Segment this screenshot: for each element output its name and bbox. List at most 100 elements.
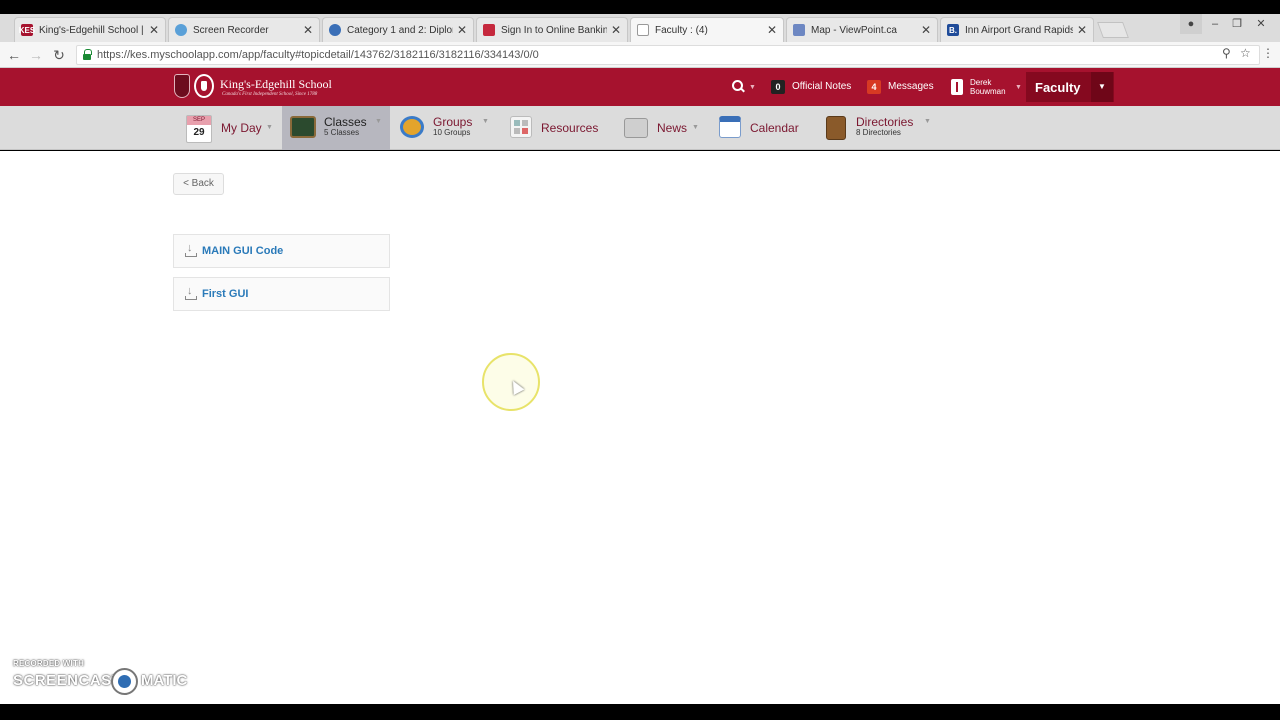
resources-tile: [522, 128, 528, 134]
browser-toolbar: ← → ↻ https://kes.myschoolapp.com/app/fa…: [0, 42, 1280, 68]
role-label[interactable]: Faculty: [1035, 80, 1081, 95]
chevron-down-icon: ▼: [924, 118, 931, 125]
close-tab-icon[interactable]: ✕: [921, 23, 931, 37]
tab-title: Map - ViewPoint.ca: [811, 24, 897, 36]
tab-title: Sign In to Online Banking: [501, 24, 607, 36]
tab-title: Screen Recorder: [193, 24, 269, 36]
address-bar[interactable]: https://kes.myschoolapp.com/app/faculty#…: [76, 45, 1260, 65]
resources-tile: [514, 128, 520, 134]
chevron-down-icon: ▼: [266, 124, 273, 131]
messages-link[interactable]: Messages: [888, 81, 934, 92]
location-icon[interactable]: ⚲: [1222, 46, 1231, 60]
kes-favicon-icon: KES: [18, 24, 36, 36]
school-tagline: Canada's First Independent School, Since…: [222, 92, 318, 97]
directory-book-icon: [826, 116, 846, 140]
calendar-icon: [719, 116, 741, 138]
user-icon[interactable]: [951, 79, 963, 95]
lock-icon: [83, 49, 92, 60]
nav-sublabel: 8 Directories: [856, 128, 901, 137]
nav-sublabel: 10 Groups: [433, 128, 471, 137]
browser-tab[interactable]: Screen Recorder ✕: [168, 17, 320, 42]
groups-icon: [400, 116, 424, 138]
download-icon[interactable]: [185, 242, 197, 257]
user-name[interactable]: Derek Bouwman: [970, 78, 1012, 96]
nav-label: Resources: [541, 121, 599, 135]
newspaper-icon: [624, 118, 648, 138]
user-first-name: Derek: [970, 78, 992, 87]
file-row[interactable]: First GUI: [173, 277, 390, 311]
watermark-caption: RECORDED WITH: [13, 659, 85, 668]
main-nav: SEP 29 My Day ▼ Classes 5 Classes ▼ Grou…: [0, 106, 1280, 150]
browser-tab[interactable]: B. Inn Airport Grand Rapids ✕: [940, 17, 1094, 42]
nav-label: My Day: [221, 121, 262, 135]
file-row[interactable]: MAIN GUI Code: [173, 234, 390, 268]
browser-tab[interactable]: Category 1 and 2: Diplom ✕: [322, 17, 474, 42]
file-link[interactable]: MAIN GUI Code: [202, 245, 283, 257]
search-caret-icon[interactable]: ▼: [749, 84, 756, 91]
reload-icon[interactable]: ↻: [50, 46, 68, 64]
minimize-icon[interactable]: –: [1204, 14, 1226, 34]
recorder-favicon-icon: [175, 24, 187, 36]
close-tab-icon[interactable]: ✕: [149, 23, 159, 37]
nav-item-classes[interactable]: Classes 5 Classes ▼: [282, 106, 390, 150]
watermark-brand-left: SCREENCAST: [13, 672, 122, 689]
calendar-date-icon: SEP 29: [186, 115, 212, 143]
chevron-down-icon: ▼: [692, 124, 699, 131]
url-text: https://kes.myschoolapp.com/app/faculty#…: [97, 49, 539, 61]
search-icon[interactable]: [732, 80, 744, 92]
nav-item-resources[interactable]: Resources: [506, 106, 606, 150]
back-arrow-icon[interactable]: ←: [5, 46, 23, 64]
close-tab-icon[interactable]: ✕: [767, 23, 777, 37]
letterbox-bottom: [0, 704, 1280, 720]
browser-tab[interactable]: KES King's-Edgehill School | C ✕: [14, 17, 166, 42]
role-caret-icon[interactable]: ▼: [1091, 72, 1113, 102]
resources-tile: [522, 120, 528, 126]
nav-label: Groups: [433, 115, 473, 129]
new-tab-button[interactable]: [1097, 22, 1129, 38]
crest-logo-icon: [174, 74, 190, 98]
close-tab-icon[interactable]: ✕: [1077, 23, 1087, 37]
close-tab-icon[interactable]: ✕: [457, 23, 467, 37]
close-tab-icon[interactable]: ✕: [611, 23, 621, 37]
nav-item-groups[interactable]: Groups 10 Groups ▼: [396, 106, 496, 150]
letterbox-top: [0, 0, 1280, 14]
school-logo-icon: [194, 74, 214, 98]
user-caret-icon[interactable]: ▼: [1015, 84, 1022, 91]
chevron-down-icon: ▼: [482, 118, 489, 125]
tab-title: Inn Airport Grand Rapids: [965, 24, 1073, 36]
browser-tabstrip: KES King's-Edgehill School | C ✕ Screen …: [0, 14, 1280, 42]
nav-item-my-day[interactable]: SEP 29 My Day ▼: [180, 106, 280, 150]
chevron-down-icon: ▼: [375, 118, 382, 125]
tab-title: King's-Edgehill School | C: [39, 24, 145, 36]
ib-favicon-icon: [329, 24, 341, 36]
back-button[interactable]: < Back: [173, 173, 224, 195]
school-name[interactable]: King's-Edgehill School: [220, 77, 332, 92]
resources-tile: [514, 120, 520, 126]
messages-count-badge[interactable]: 4: [867, 80, 881, 94]
tab-title: Faculty : (4): [655, 24, 708, 36]
watermark-brand-right: MATIC: [141, 672, 188, 689]
nav-item-calendar[interactable]: Calendar: [716, 106, 812, 150]
forward-arrow-icon[interactable]: →: [27, 46, 45, 64]
restore-icon[interactable]: ❐: [1226, 14, 1248, 34]
bank-favicon-icon: [483, 24, 495, 36]
browser-tab-active[interactable]: Faculty : (4) ✕: [630, 17, 784, 42]
profile-icon[interactable]: ●: [1180, 14, 1202, 34]
map-favicon-icon: [793, 24, 805, 36]
browser-tab[interactable]: Sign In to Online Banking ✕: [476, 17, 628, 42]
download-icon[interactable]: [185, 285, 197, 300]
nav-item-directories[interactable]: Directories 8 Directories ▼: [822, 106, 934, 150]
user-last-name: Bouwman: [970, 87, 1006, 96]
menu-icon[interactable]: ⋮: [1262, 46, 1274, 60]
browser-tab[interactable]: Map - ViewPoint.ca ✕: [786, 17, 938, 42]
official-notes-link[interactable]: Official Notes: [792, 81, 851, 92]
nav-sublabel: 5 Classes: [324, 128, 360, 137]
tab-title: Category 1 and 2: Diplom: [347, 24, 453, 36]
bookmark-star-icon[interactable]: ☆: [1240, 46, 1251, 60]
close-window-icon[interactable]: ✕: [1250, 14, 1272, 34]
notes-count-badge[interactable]: 0: [771, 80, 785, 94]
date-month: SEP: [187, 116, 211, 125]
file-link[interactable]: First GUI: [202, 288, 248, 300]
close-tab-icon[interactable]: ✕: [303, 23, 313, 37]
nav-item-news[interactable]: News ▼: [620, 106, 704, 150]
